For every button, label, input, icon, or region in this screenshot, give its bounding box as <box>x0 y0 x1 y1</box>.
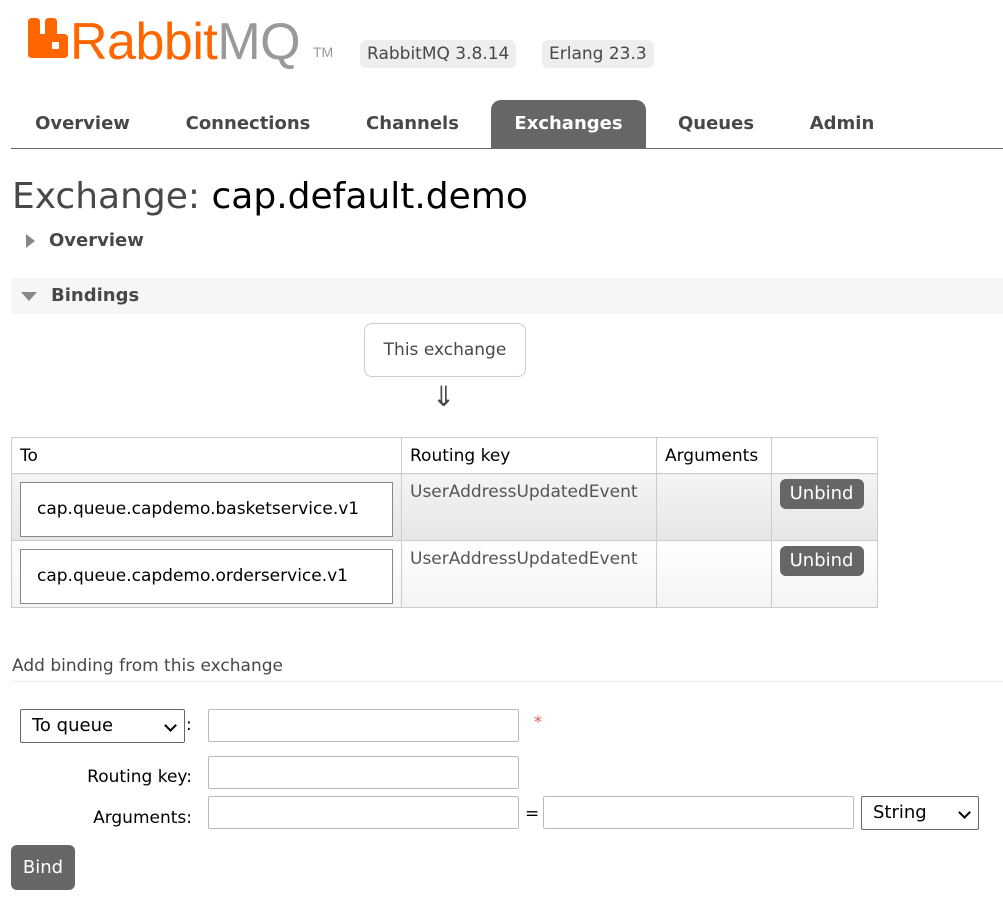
column-header-to: To <box>11 437 402 474</box>
bindings-table: To Routing key Arguments cap.queue.capde… <box>11 437 879 608</box>
argument-type-value: String <box>873 802 927 823</box>
action-cell: Unbind <box>770 540 879 608</box>
destination-colon: : <box>186 715 192 735</box>
queue-link[interactable]: cap.queue.capdemo.orderservice.v1 <box>20 549 393 604</box>
logo-trademark: TM <box>313 44 334 60</box>
tab-admin[interactable]: Admin <box>791 100 893 148</box>
argument-key-input[interactable] <box>208 796 519 829</box>
tab-exchanges[interactable]: Exchanges <box>491 100 646 148</box>
queue-link[interactable]: cap.queue.capdemo.basketservice.v1 <box>20 482 393 537</box>
collapsed-arrow-icon <box>26 234 35 248</box>
table-header-row: To Routing key Arguments <box>11 437 879 474</box>
main-nav: Overview Connections Channels Exchanges … <box>11 100 1003 149</box>
routing-key-label: Routing key: <box>87 767 192 787</box>
arguments-cell <box>655 540 772 608</box>
overview-section-toggle[interactable]: Overview <box>11 223 144 259</box>
rabbitmq-logo: RabbitMQ TM <box>28 13 348 71</box>
chevron-down-icon <box>164 719 177 732</box>
unbind-button[interactable]: Unbind <box>779 479 864 509</box>
to-cell: cap.queue.capdemo.orderservice.v1 <box>11 540 402 608</box>
add-binding-title: Add binding from this exchange <box>12 656 283 676</box>
bindings-section-toggle[interactable]: Bindings <box>11 278 1003 314</box>
tab-connections[interactable]: Connections <box>166 100 330 148</box>
destination-type-value: To queue <box>32 715 114 736</box>
chevron-down-icon <box>958 806 971 819</box>
exchange-name: cap.default.demo <box>211 176 528 217</box>
page-title: Exchange: cap.default.demo <box>12 176 528 217</box>
page-title-prefix: Exchange: <box>12 176 201 217</box>
logo-wordmark: RabbitMQ <box>70 13 301 71</box>
bindings-section-label: Bindings <box>51 285 140 306</box>
routing-key-cell: UserAddressUpdatedEvent <box>401 473 657 541</box>
tab-queues[interactable]: Queues <box>661 100 771 148</box>
tab-overview[interactable]: Overview <box>11 100 154 148</box>
erlang-version-badge: Erlang 23.3 <box>542 40 654 68</box>
argument-type-select[interactable]: String <box>861 796 979 830</box>
action-cell: Unbind <box>770 473 879 541</box>
column-header-routing-key: Routing key <box>401 437 657 474</box>
destination-input[interactable] <box>208 709 519 742</box>
tab-channels[interactable]: Channels <box>346 100 479 148</box>
routing-key-cell: UserAddressUpdatedEvent <box>401 540 657 608</box>
overview-section-label: Overview <box>49 230 144 251</box>
table-row: cap.queue.capdemo.orderservice.v1 UserAd… <box>11 540 879 608</box>
table-row: cap.queue.capdemo.basketservice.v1 UserA… <box>11 473 879 541</box>
arguments-cell <box>655 473 772 541</box>
required-marker: * <box>534 712 542 731</box>
arguments-label: Arguments: <box>93 808 192 828</box>
column-header-actions <box>770 437 879 474</box>
divider <box>11 681 1003 682</box>
this-exchange-box: This exchange <box>364 323 526 377</box>
routing-key-input[interactable] <box>208 756 519 789</box>
argument-value-input[interactable] <box>543 796 854 829</box>
rabbit-logo-icon <box>28 18 68 58</box>
to-cell: cap.queue.capdemo.basketservice.v1 <box>11 473 402 541</box>
expanded-arrow-icon <box>21 291 37 301</box>
column-header-arguments: Arguments <box>655 437 772 474</box>
bind-button[interactable]: Bind <box>11 845 75 890</box>
equals-sign: = <box>525 804 540 824</box>
rabbitmq-version-badge: RabbitMQ 3.8.14 <box>360 40 517 68</box>
down-arrow-icon: ⇓ <box>432 380 456 413</box>
unbind-button[interactable]: Unbind <box>779 546 864 576</box>
destination-type-select[interactable]: To queue <box>20 709 185 743</box>
